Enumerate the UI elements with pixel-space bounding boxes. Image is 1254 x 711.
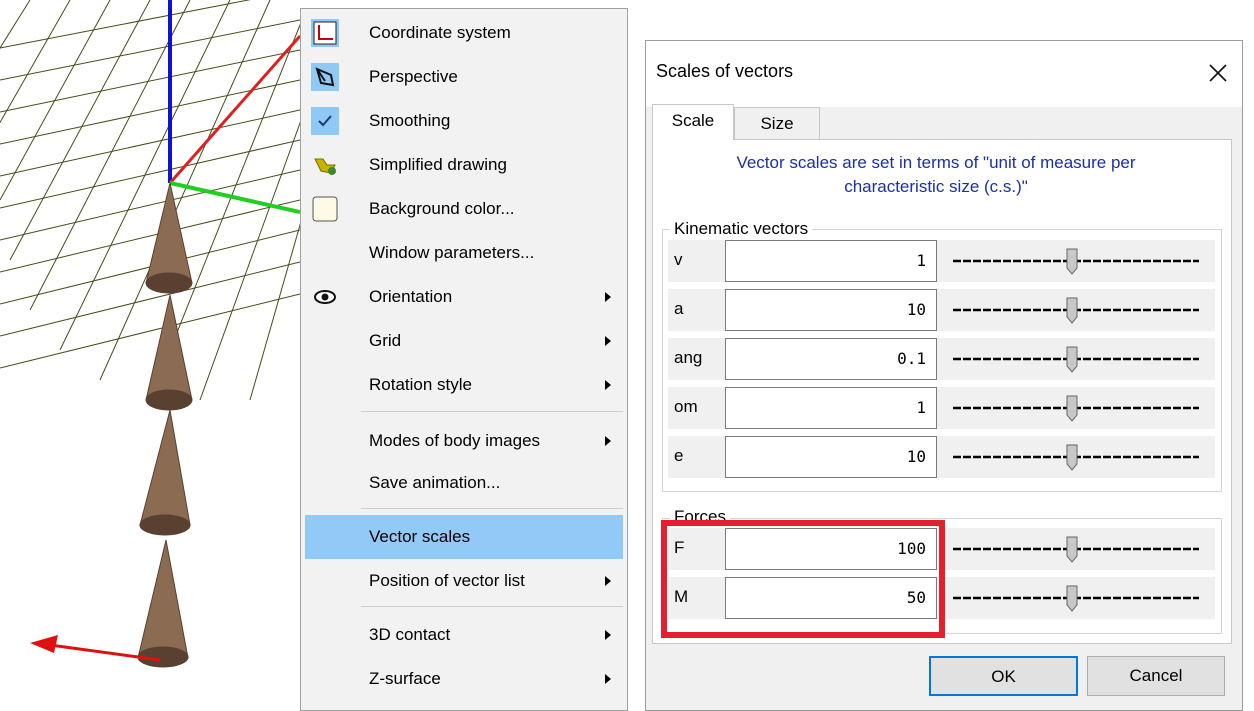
menu-item-label: Background color... xyxy=(369,199,515,218)
menu-item-3d-contact[interactable]: 3D contact xyxy=(305,615,623,655)
menu-item-z-surface[interactable]: Z-surface xyxy=(305,659,623,699)
menu-item-position-of-vector-list[interactable]: Position of vector list xyxy=(305,561,623,601)
menu-separator xyxy=(361,411,623,412)
menu-item-vector-scales[interactable]: Vector scales xyxy=(305,515,623,559)
scale-row-label: v xyxy=(674,250,683,269)
tab-size[interactable]: Size xyxy=(734,107,820,139)
kinematic-vectors-label: Kinematic vectors xyxy=(670,219,813,239)
background-color-icon xyxy=(311,195,339,223)
menu-item-label: Modes of body images xyxy=(369,431,541,450)
menu-item-label: Coordinate system xyxy=(369,23,511,42)
menu-item-perspective[interactable]: Perspective xyxy=(305,57,623,97)
menu-item-coordinate-system[interactable]: Coordinate system xyxy=(305,13,623,53)
menu-item-label: Simplified drawing xyxy=(369,155,507,174)
scale-value-field[interactable]: 1 xyxy=(725,240,937,282)
menu-item-smoothing[interactable]: Smoothing xyxy=(305,101,623,141)
submenu-arrow-icon xyxy=(605,292,611,302)
dialog-titlebar[interactable]: Scales of vectors xyxy=(646,41,1242,107)
scale-value-field[interactable]: 10 xyxy=(725,289,937,331)
cancel-button[interactable]: Cancel xyxy=(1087,656,1225,696)
check-icon xyxy=(311,107,339,135)
perspective-icon xyxy=(311,63,339,91)
menu-item-label: Rotation style xyxy=(369,375,472,394)
forces-highlight-box xyxy=(661,520,945,638)
close-icon[interactable] xyxy=(1206,61,1230,85)
menu-item-window-parameters[interactable]: Window parameters... xyxy=(305,233,623,273)
menu-item-label: Save animation... xyxy=(369,473,501,492)
x-axis xyxy=(168,35,300,184)
scale-slider[interactable] xyxy=(949,246,1203,276)
menu-item-label: Position of vector list xyxy=(369,571,525,590)
menu-item-label: 3D contact xyxy=(369,625,451,644)
tab-scale[interactable]: Scale xyxy=(652,104,734,140)
menu-item-label: Smoothing xyxy=(369,111,451,130)
scale-slider[interactable] xyxy=(949,442,1203,472)
context-menu: Coordinate system Perspective Smoothing … xyxy=(300,8,628,711)
submenu-arrow-icon xyxy=(605,576,611,586)
simplified-drawing-icon xyxy=(311,151,339,179)
coordinate-system-icon xyxy=(311,19,339,47)
ok-button[interactable]: OK xyxy=(929,656,1078,696)
submenu-arrow-icon xyxy=(605,336,611,346)
menu-item-modes-of-body-images[interactable]: Modes of body images xyxy=(305,421,623,461)
menu-item-save-animation[interactable]: Save animation... xyxy=(305,463,623,503)
menu-item-label: Z-surface xyxy=(369,669,441,688)
scale-slider[interactable] xyxy=(949,344,1203,374)
menu-item-grid[interactable]: Grid xyxy=(305,321,623,361)
menu-item-label: Window parameters... xyxy=(369,243,535,262)
scale-units-note: Vector scales are set in terms of "unit … xyxy=(646,151,1226,199)
menu-item-background-color[interactable]: Background color... xyxy=(305,189,623,229)
scale-value-field[interactable]: 10 xyxy=(725,436,937,478)
menu-item-orientation[interactable]: Orientation xyxy=(305,277,623,317)
scale-slider[interactable] xyxy=(949,583,1203,613)
scale-row-label: ang xyxy=(674,348,703,367)
submenu-arrow-icon xyxy=(605,674,611,684)
menu-item-label: Grid xyxy=(369,331,402,350)
menu-item-label: Orientation xyxy=(369,287,453,306)
dialog-title: Scales of vectors xyxy=(656,61,794,81)
menu-item-simplified-drawing[interactable]: Simplified drawing xyxy=(305,145,623,185)
scale-row-label: e xyxy=(674,446,684,465)
scale-row-label: a xyxy=(674,299,684,318)
scale-slider[interactable] xyxy=(949,295,1203,325)
cone-stack xyxy=(137,182,193,668)
eye-icon xyxy=(311,283,339,311)
scale-value-field[interactable]: 1 xyxy=(725,387,937,429)
menu-item-rotation-style[interactable]: Rotation style xyxy=(305,365,623,405)
submenu-arrow-icon xyxy=(605,630,611,640)
scale-row-label: om xyxy=(674,397,698,416)
scale-slider[interactable] xyxy=(949,534,1203,564)
submenu-arrow-icon xyxy=(605,380,611,390)
menu-separator xyxy=(361,508,623,509)
menu-item-label: Perspective xyxy=(369,67,458,86)
note-line: characteristic size (c.s.)" xyxy=(844,177,1028,196)
note-line: Vector scales are set in terms of "unit … xyxy=(736,153,1136,172)
scale-slider[interactable] xyxy=(949,393,1203,423)
scene-3d-view[interactable] xyxy=(0,0,300,711)
menu-item-label: Vector scales xyxy=(369,527,471,546)
scale-value-field[interactable]: 0.1 xyxy=(725,338,937,380)
submenu-arrow-icon xyxy=(605,436,611,446)
menu-separator xyxy=(361,606,623,607)
